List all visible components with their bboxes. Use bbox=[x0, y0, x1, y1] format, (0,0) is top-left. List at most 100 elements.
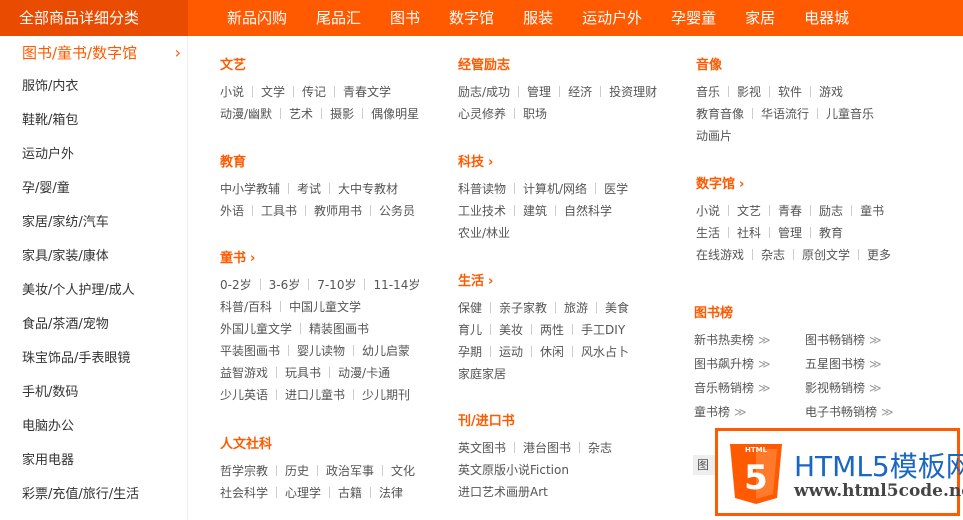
category-link[interactable]: 心灵修养 bbox=[458, 103, 506, 125]
ranking-link[interactable]: 电子书畅销榜 ≫ bbox=[805, 400, 894, 424]
sidebar-item-books[interactable]: 图书/童书/数字馆 › bbox=[0, 36, 187, 70]
category-link[interactable]: 保健 bbox=[458, 297, 482, 319]
section-title[interactable]: 音像 bbox=[696, 56, 874, 76]
category-link[interactable]: 风水占卜 bbox=[581, 341, 629, 363]
ranking-link[interactable]: 图书飙升榜 ≫ bbox=[694, 352, 771, 376]
category-link[interactable]: 家庭家居 bbox=[458, 363, 506, 385]
nav-item[interactable]: 新品闪购 bbox=[227, 0, 287, 36]
sidebar-item[interactable]: 家用电器 bbox=[0, 444, 187, 478]
section-title[interactable]: 生活 › bbox=[458, 272, 629, 292]
category-link[interactable]: 少儿期刊 bbox=[362, 384, 410, 406]
category-link[interactable]: 两性 bbox=[540, 319, 564, 341]
category-link[interactable]: 港台图书 bbox=[523, 437, 571, 459]
section-title[interactable]: 文艺 bbox=[220, 56, 419, 76]
category-link[interactable]: 原创文学 bbox=[802, 244, 850, 266]
category-link[interactable]: 古籍 bbox=[338, 482, 362, 504]
category-link[interactable]: 美妆 bbox=[499, 319, 523, 341]
nav-item[interactable]: 数字馆 bbox=[449, 0, 494, 36]
category-link[interactable]: 职场 bbox=[523, 103, 547, 125]
category-link[interactable]: 旅游 bbox=[564, 297, 588, 319]
category-link[interactable]: 幼儿启蒙 bbox=[362, 340, 410, 362]
category-link[interactable]: 小说 bbox=[220, 81, 244, 103]
category-link[interactable]: 进口儿童书 bbox=[285, 384, 345, 406]
section-title[interactable]: 经管励志 bbox=[458, 56, 657, 76]
category-link[interactable]: 玩具书 bbox=[285, 362, 321, 384]
category-link[interactable]: 7-10岁 bbox=[317, 274, 356, 296]
category-link[interactable]: 3-6岁 bbox=[269, 274, 301, 296]
sidebar-item[interactable]: 鞋靴/箱包 bbox=[0, 104, 187, 138]
category-link[interactable]: 法律 bbox=[379, 482, 403, 504]
category-link[interactable]: 社科 bbox=[737, 222, 761, 244]
category-link[interactable]: 励志/成功 bbox=[458, 81, 510, 103]
category-link[interactable]: 亲子家教 bbox=[499, 297, 547, 319]
sidebar-item[interactable]: 服饰/内衣 bbox=[0, 70, 187, 104]
category-link[interactable]: 文学 bbox=[261, 81, 285, 103]
ranking-link[interactable]: 图书畅销榜 ≫ bbox=[805, 328, 882, 352]
category-link[interactable]: 摄影 bbox=[330, 103, 354, 125]
sidebar-item[interactable]: 美妆/个人护理/成人 bbox=[0, 274, 187, 308]
sidebar-item[interactable]: 彩票/充值/旅行/生活 bbox=[0, 478, 187, 512]
category-link[interactable]: 历史 bbox=[285, 460, 309, 482]
section-title[interactable]: 童书 › bbox=[220, 249, 420, 269]
section-title[interactable]: 人文社科 bbox=[220, 435, 415, 455]
category-link[interactable]: 教育音像 bbox=[696, 103, 744, 125]
category-link[interactable]: 科普读物 bbox=[458, 178, 506, 200]
category-link[interactable]: 进口艺术画册Art bbox=[458, 481, 548, 503]
category-link[interactable]: 11-14岁 bbox=[373, 274, 420, 296]
category-link[interactable]: 育儿 bbox=[458, 319, 482, 341]
ranking-link[interactable]: 音乐畅销榜 ≫ bbox=[694, 376, 771, 400]
category-link[interactable]: 医学 bbox=[604, 178, 628, 200]
section-title[interactable]: 科技 › bbox=[458, 153, 628, 173]
category-link[interactable]: 手工DIY bbox=[581, 319, 625, 341]
category-link[interactable]: 经济 bbox=[568, 81, 592, 103]
category-link[interactable]: 青春文学 bbox=[343, 81, 391, 103]
category-link[interactable]: 心理学 bbox=[285, 482, 321, 504]
nav-item[interactable]: 电器城 bbox=[804, 0, 849, 36]
category-link[interactable]: 童书 bbox=[860, 200, 884, 222]
category-link[interactable]: 社会科学 bbox=[220, 482, 268, 504]
category-link[interactable]: 运动 bbox=[499, 341, 523, 363]
sidebar-item[interactable]: 珠宝饰品/手表眼镜 bbox=[0, 342, 187, 376]
category-link[interactable]: 动画片 bbox=[696, 125, 732, 147]
category-link[interactable]: 教师用书 bbox=[314, 200, 362, 222]
category-link[interactable]: 华语流行 bbox=[761, 103, 809, 125]
category-link[interactable]: 艺术 bbox=[289, 103, 313, 125]
category-link[interactable]: 在线游戏 bbox=[696, 244, 744, 266]
sidebar-item[interactable]: 运动户外 bbox=[0, 138, 187, 172]
category-link[interactable]: 哲学宗教 bbox=[220, 460, 268, 482]
nav-item[interactable]: 家居 bbox=[745, 0, 775, 36]
category-link[interactable]: 科普/百科 bbox=[220, 296, 272, 318]
category-link[interactable]: 软件 bbox=[778, 81, 802, 103]
category-link[interactable]: 建筑 bbox=[523, 200, 547, 222]
category-link[interactable]: 政治军事 bbox=[326, 460, 374, 482]
category-link[interactable]: 文化 bbox=[391, 460, 415, 482]
category-link[interactable]: 孕期 bbox=[458, 341, 482, 363]
nav-item[interactable]: 尾品汇 bbox=[316, 0, 361, 36]
category-link[interactable]: 计算机/网络 bbox=[523, 178, 587, 200]
nav-item[interactable]: 孕婴童 bbox=[671, 0, 716, 36]
category-link[interactable]: 杂志 bbox=[761, 244, 785, 266]
category-link[interactable]: 美食 bbox=[605, 297, 629, 319]
category-link[interactable]: 大中专教材 bbox=[338, 178, 398, 200]
category-link[interactable]: 小说 bbox=[696, 200, 720, 222]
category-link[interactable]: 影视 bbox=[737, 81, 761, 103]
category-link[interactable]: 农业/林业 bbox=[458, 222, 510, 244]
category-link[interactable]: 游戏 bbox=[819, 81, 843, 103]
category-link[interactable]: 精装图画书 bbox=[309, 318, 369, 340]
sidebar-item[interactable]: 电脑办公 bbox=[0, 410, 187, 444]
category-link[interactable]: 0-2岁 bbox=[220, 274, 252, 296]
nav-item[interactable]: 服装 bbox=[523, 0, 553, 36]
ranking-link[interactable]: 影视畅销榜 ≫ bbox=[805, 376, 882, 400]
category-link[interactable]: 工具书 bbox=[261, 200, 297, 222]
sidebar-item[interactable]: 孕/婴/童 bbox=[0, 172, 187, 206]
category-link[interactable]: 公务员 bbox=[379, 200, 415, 222]
category-link[interactable]: 儿童音乐 bbox=[826, 103, 874, 125]
ranking-link[interactable]: 新书热卖榜 ≫ bbox=[694, 328, 771, 352]
category-link[interactable]: 管理 bbox=[527, 81, 551, 103]
category-link[interactable]: 偶像明星 bbox=[371, 103, 419, 125]
category-link[interactable]: 英文图书 bbox=[458, 437, 506, 459]
category-link[interactable]: 教育 bbox=[819, 222, 843, 244]
category-link[interactable]: 中小学教辅 bbox=[220, 178, 280, 200]
category-link[interactable]: 动漫/卡通 bbox=[338, 362, 390, 384]
nav-item[interactable]: 运动户外 bbox=[582, 0, 642, 36]
